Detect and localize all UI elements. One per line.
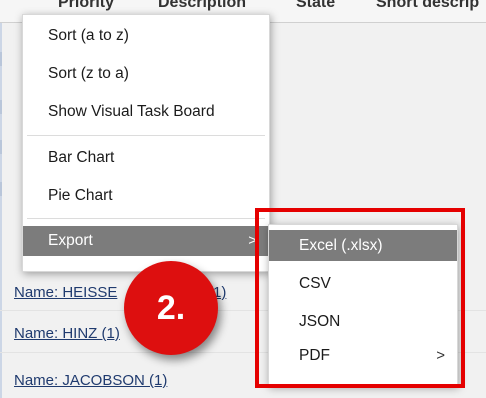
group-row-heisse[interactable]: Name: HEISSE [14, 284, 117, 301]
export-submenu: Excel (.xlsx) CSV JSON PDF > [268, 224, 458, 386]
step-badge: 2. [124, 261, 218, 355]
menu-item-show-visual-task-board[interactable]: Show Visual Task Board [23, 97, 269, 127]
chevron-right-icon: > [248, 232, 257, 249]
column-header-description[interactable]: Description [158, 0, 246, 12]
menu-divider [27, 218, 265, 219]
menu-item-sort-a-to-z[interactable]: Sort (a to z) [23, 21, 269, 51]
column-context-menu: Sort (a to z) Sort (z to a) Show Visual … [22, 14, 270, 272]
menu-item-sort-z-to-a[interactable]: Sort (z to a) [23, 59, 269, 89]
group-row-hinz[interactable]: Name: HINZ (1) [14, 325, 120, 342]
column-header-priority[interactable]: Priority [58, 0, 114, 12]
row-tick [0, 52, 8, 66]
menu-item-pie-chart[interactable]: Pie Chart [23, 181, 269, 211]
menu-item-export[interactable]: Export > [23, 226, 269, 256]
submenu-item-pdf[interactable]: PDF > [269, 340, 457, 371]
submenu-item-csv[interactable]: CSV [269, 268, 457, 299]
row-tick [0, 140, 8, 154]
menu-divider [27, 135, 265, 136]
row-tick [0, 100, 8, 114]
row-indicator-column [0, 23, 2, 398]
column-header-state[interactable]: State [296, 0, 335, 12]
row-tick [0, 182, 8, 196]
submenu-item-excel[interactable]: Excel (.xlsx) [269, 230, 457, 261]
menu-item-export-label: Export [48, 232, 93, 249]
submenu-item-pdf-label: PDF [299, 347, 330, 364]
group-row-jacobson[interactable]: Name: JACOBSON (1) [14, 372, 167, 389]
menu-item-bar-chart[interactable]: Bar Chart [23, 143, 269, 173]
column-header-short-description[interactable]: Short descrip [376, 0, 479, 12]
chevron-right-icon: > [436, 347, 445, 364]
submenu-item-json[interactable]: JSON [269, 306, 457, 337]
